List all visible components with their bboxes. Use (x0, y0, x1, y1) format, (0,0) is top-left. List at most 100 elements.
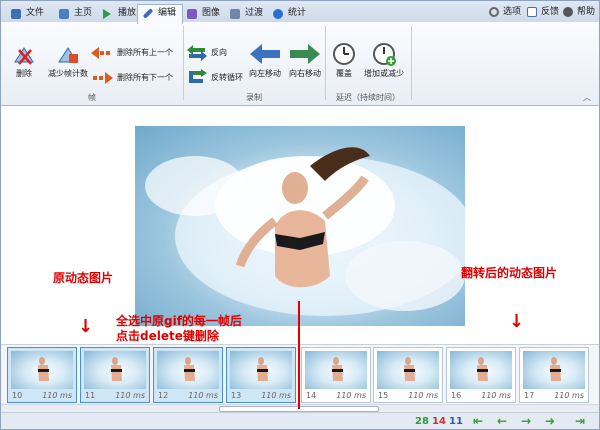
frame-duration: 110 ms (336, 391, 366, 400)
home-icon (59, 9, 69, 19)
frame-item[interactable]: 16 110 ms (446, 347, 516, 403)
frame-duration: 110 ms (408, 391, 438, 400)
tab-transition[interactable]: 过渡 (224, 4, 270, 22)
info-icon (273, 9, 283, 19)
increase-decrease-delay-button[interactable]: 增加或减少 (361, 42, 407, 79)
last-frame-icon[interactable]: ⇥ (571, 414, 589, 428)
frame-number: 15 (378, 391, 389, 400)
feedback-button[interactable]: 反馈 (527, 5, 559, 19)
frame-duration: 110 ms (188, 391, 218, 400)
reverse-icon (187, 45, 207, 61)
next-frame-icon[interactable]: → (517, 414, 535, 428)
play-icon (103, 9, 111, 19)
frame-duration: 110 ms (42, 391, 72, 400)
override-delay-label: 覆盖 (336, 69, 352, 78)
tab-playback-label: 播放 (118, 8, 137, 18)
move-right-button[interactable]: 向右移动 (285, 42, 325, 79)
tab-edit[interactable]: 编辑 (137, 4, 184, 24)
record-group-label: 录制 (246, 93, 262, 102)
tab-home[interactable]: 主页 (53, 4, 99, 22)
move-left-button[interactable]: 向左移动 (245, 42, 285, 79)
delete-icon (14, 47, 34, 65)
frame-item[interactable]: 10 110 ms (7, 347, 77, 403)
reduce-frames-button[interactable]: 减少帧计数 (43, 44, 93, 79)
frame-number: 14 (306, 391, 317, 400)
delete-all-next-label: 删除所有下一个 (117, 73, 173, 82)
frame-number: 10 (12, 391, 23, 400)
yoyo-label: 反转循环 (211, 73, 243, 82)
frame-number: 13 (231, 391, 242, 400)
tab-home-label: 主页 (74, 8, 93, 18)
reduce-frames-label: 减少帧计数 (48, 69, 88, 78)
arrow-right-dashed-icon (93, 72, 113, 84)
status-bar: 28 14 11 ⇤ ← → ➜ ⇥ (1, 412, 599, 429)
tab-file[interactable]: 文件 (5, 4, 51, 22)
yoyo-button[interactable]: 反转循环 (185, 69, 243, 84)
frame-strip: 10 110 ms 11 110 ms 12 110 ms 13 110 ms … (1, 344, 599, 404)
annotation-arrow-right: ↓ (509, 311, 525, 332)
tab-image[interactable]: 图像 (181, 4, 227, 22)
frame-duration: 110 ms (261, 391, 291, 400)
reverse-button[interactable]: 反向 (185, 45, 227, 61)
delete-all-previous-label: 删除所有上一个 (117, 48, 173, 57)
collapse-ribbon-icon[interactable]: ︿ (583, 92, 591, 103)
splash-photo-graphic (145, 147, 465, 316)
tab-edit-label: 编辑 (158, 8, 177, 18)
arrow-left-dashed-icon (91, 47, 110, 59)
ribbon-tab-bar: 文件 主页 播放 编辑 图像 过渡 统计 选项 反馈 帮助 (1, 1, 599, 24)
move-left-label: 向左移动 (249, 69, 281, 78)
frame-thumbnail (377, 351, 439, 389)
frame-thumbnail (523, 351, 585, 389)
tab-image-label: 图像 (202, 8, 221, 18)
frames-horizontal-scrollbar[interactable] (1, 404, 599, 412)
help-button[interactable]: 帮助 (563, 5, 595, 19)
frame-item[interactable]: 11 110 ms (80, 347, 150, 403)
frame-thumbnail (230, 351, 292, 389)
previous-frame-icon[interactable]: ← (493, 414, 511, 428)
link-icon (489, 7, 499, 17)
frame-item[interactable]: 14 110 ms (301, 347, 371, 403)
frame-thumbnail (450, 351, 512, 389)
preview-image (135, 126, 465, 326)
clock-plus-icon (373, 43, 396, 66)
clock-icon (333, 43, 355, 65)
transition-icon (230, 9, 240, 19)
first-frame-icon[interactable]: ⇤ (469, 414, 487, 428)
help-icon (563, 7, 573, 17)
frame-duration: 110 ms (554, 391, 584, 400)
frame-item[interactable]: 13 110 ms (226, 347, 296, 403)
frame-item[interactable]: 12 110 ms (153, 347, 223, 403)
frame-thumbnail (84, 351, 146, 389)
annotation-original: 原动态图片 (53, 271, 114, 285)
options-button[interactable]: 选项 (489, 5, 521, 19)
move-right-label: 向右移动 (289, 69, 321, 78)
frame-item[interactable]: 17 110 ms (519, 347, 589, 403)
delay-group-label: 延迟（持续时间） (336, 93, 400, 102)
delete-all-next-button[interactable]: 删除所有下一个 (91, 72, 173, 84)
frame-thumbnail (157, 351, 219, 389)
frame-number: 16 (451, 391, 462, 400)
frame-item[interactable]: 15 110 ms (373, 347, 443, 403)
ribbon-separator (411, 26, 412, 100)
tab-statistics[interactable]: 统计 (267, 4, 313, 22)
frame-number: 12 (158, 391, 169, 400)
current-frame-index: 11 (449, 416, 463, 427)
feedback-icon (527, 7, 537, 17)
frame-duration: 110 ms (115, 391, 145, 400)
file-icon (11, 9, 21, 19)
ribbon-panel: 删除 减少帧计数 删除所有上一个 删除所有下一个 帧 反向 反转循环 向左移动 … (1, 22, 599, 106)
delete-all-previous-button[interactable]: 删除所有上一个 (91, 47, 173, 59)
frames-group-label: 帧 (88, 93, 96, 102)
tab-transition-label: 过渡 (245, 8, 264, 18)
frame-duration: 110 ms (481, 391, 511, 400)
options-label: 选项 (503, 7, 522, 17)
delete-button[interactable]: 删除 (9, 44, 39, 79)
image-icon (187, 9, 197, 19)
play-frames-icon[interactable]: ➜ (541, 414, 559, 428)
ribbon-separator (183, 26, 184, 100)
delete-label: 删除 (16, 69, 32, 78)
editor-canvas: 原动态图片 翻转后的动态图片 全选中原gif的每一帧后 点击delete键删除 … (1, 106, 599, 409)
override-delay-button[interactable]: 覆盖 (329, 42, 359, 79)
annotation-select-line2: 点击delete键删除 (116, 329, 219, 343)
arrow-right-icon (290, 44, 320, 64)
